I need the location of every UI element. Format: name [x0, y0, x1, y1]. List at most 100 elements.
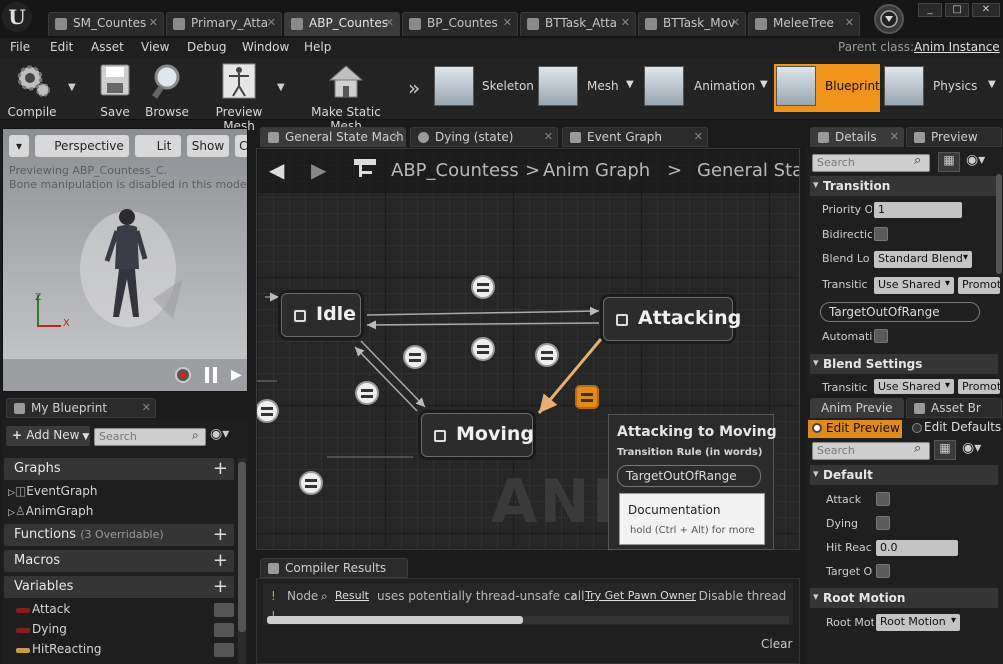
add-graph-button[interactable]: +	[213, 458, 228, 479]
graphs-category[interactable]: Graphs +	[4, 458, 234, 480]
menu-debug[interactable]: Debug	[187, 40, 226, 54]
variable-item-dying[interactable]: Dying	[8, 622, 236, 637]
target-checkbox[interactable]	[876, 564, 890, 578]
preview-mesh-button[interactable]: Preview Mesh	[198, 62, 280, 133]
warning-link-result[interactable]: Result	[335, 589, 369, 602]
macros-category[interactable]: Macros +	[4, 550, 234, 572]
variables-category[interactable]: Variables +	[4, 576, 234, 598]
tab-dying-state[interactable]: Dying (state) ✕	[410, 127, 558, 147]
visibility-eye-icon[interactable]	[214, 623, 234, 637]
save-button[interactable]: Save	[94, 62, 136, 119]
details-search-input[interactable]: Search	[812, 154, 930, 172]
tab-general-state-machine[interactable]: General State Mach ✕	[260, 127, 406, 147]
close-icon[interactable]: ✕	[890, 130, 899, 143]
transition-offscreen[interactable]	[257, 399, 279, 423]
variable-item-attack[interactable]: Attack	[8, 602, 236, 617]
close-icon[interactable]: ✕	[267, 16, 276, 29]
transition-attacking-idle[interactable]	[471, 337, 495, 361]
menu-help[interactable]: Help	[304, 40, 331, 54]
add-variable-button[interactable]: +	[213, 576, 228, 597]
tab-event-graph[interactable]: Event Graph ✕	[562, 127, 708, 147]
mode-blueprint[interactable]: Blueprint	[774, 64, 880, 112]
physics-dropdown-arrow[interactable]: ▼	[988, 79, 996, 90]
doc-tab-primary-attack[interactable]: Primary_Atta ✕	[166, 12, 282, 36]
blend-settings-section-header[interactable]: Blend Settings	[810, 354, 998, 374]
close-icon[interactable]: ✕	[142, 401, 151, 414]
edit-defaults-button[interactable]: Edit Defaults	[910, 420, 1001, 434]
bs-use-shared-dropdown[interactable]: Use Shared	[874, 379, 954, 394]
eye-icon[interactable]: ◉▾	[210, 426, 229, 442]
add-function-button[interactable]: +	[213, 524, 228, 545]
eye-icon[interactable]: ◉▾	[962, 440, 981, 456]
doc-tab-bp-countess[interactable]: BP_Countes ✕	[402, 12, 518, 36]
compile-button[interactable]: Compile	[4, 62, 60, 119]
transition-moving-idle[interactable]	[355, 381, 379, 405]
transition-section-header[interactable]: Transition	[810, 176, 998, 196]
animation-dropdown-arrow[interactable]: ▼	[760, 79, 768, 90]
menu-edit[interactable]: Edit	[50, 40, 73, 54]
preview-viewport[interactable]: ▾ Perspective Lit Show Cl Previewing ABP…	[2, 128, 248, 392]
mode-mesh[interactable]: Mesh ▼	[538, 64, 638, 112]
promote-button[interactable]: Promot	[958, 277, 1000, 294]
menu-asset[interactable]: Asset	[91, 40, 124, 54]
hit-reacting-input[interactable]: 0.0	[876, 540, 958, 556]
automatic-checkbox[interactable]	[874, 329, 888, 343]
close-icon[interactable]: ✕	[149, 16, 158, 29]
edit-preview-button[interactable]: Edit Preview	[808, 420, 902, 438]
parent-class-link[interactable]: Anim Instance	[914, 40, 1000, 54]
menu-view[interactable]: View	[141, 40, 169, 54]
close-icon[interactable]: ✕	[845, 16, 854, 29]
root-motion-section-header[interactable]: Root Motion	[810, 588, 998, 608]
camera-button[interactable]: Cl	[235, 135, 247, 157]
details-scrollbar[interactable]	[996, 174, 1002, 274]
close-icon[interactable]: ✕	[385, 16, 394, 29]
mode-skeleton[interactable]: Skeleton	[434, 64, 534, 112]
pause-button[interactable]	[205, 367, 217, 383]
graph-item-eventgraph[interactable]: ▷◫EventGraph	[8, 484, 97, 498]
doc-tab-bttask-move[interactable]: BTTask_Mov ✕	[638, 12, 746, 36]
state-node-attacking[interactable]: Attacking	[603, 297, 741, 341]
bs-promote-button[interactable]: Promot	[958, 379, 1000, 394]
compile-options-arrow[interactable]: ▼	[68, 82, 76, 93]
doc-tab-melee-tree[interactable]: MeleeTree ✕	[748, 12, 860, 36]
mesh-dropdown-arrow[interactable]: ▼	[626, 79, 634, 90]
preview-mesh-arrow[interactable]: ▼	[277, 82, 285, 93]
warning-link-pawn-owner[interactable]: Try Get Pawn Owner	[585, 589, 696, 602]
add-new-button[interactable]: + Add New ▼	[6, 426, 90, 446]
close-icon[interactable]: ✕	[544, 130, 553, 143]
horizontal-scrollbar[interactable]	[267, 616, 789, 624]
doc-tab-sm-countess[interactable]: SM_Countes ✕	[48, 12, 164, 36]
clear-button[interactable]: Clear	[761, 637, 792, 651]
add-macro-button[interactable]: +	[213, 550, 228, 571]
make-static-mesh-button[interactable]: Make Static Mesh	[296, 62, 396, 133]
unreal-logo-icon[interactable]: U	[2, 2, 32, 32]
my-blueprint-scrollbar[interactable]	[238, 458, 246, 664]
anim-preview-search-input[interactable]: Search	[812, 442, 930, 460]
bidirectional-checkbox[interactable]	[874, 227, 888, 241]
attack-checkbox[interactable]	[876, 492, 890, 506]
show-button[interactable]: Show	[187, 135, 229, 157]
viewport-options-button[interactable]: ▾	[9, 135, 29, 157]
mode-physics[interactable]: Physics ▼	[884, 64, 1000, 112]
record-button[interactable]	[175, 367, 191, 383]
maximize-button[interactable]: □	[945, 3, 969, 17]
tab-preview[interactable]: Preview	[906, 127, 1002, 147]
menu-window[interactable]: Window	[242, 40, 289, 54]
transition-moving-attacking[interactable]	[535, 343, 559, 367]
dying-checkbox[interactable]	[876, 516, 890, 530]
close-icon[interactable]: ✕	[392, 130, 401, 143]
chevron-right-icon[interactable]: »	[408, 76, 420, 100]
close-window-button[interactable]: ✕	[972, 3, 1000, 17]
blend-logic-dropdown[interactable]: Standard Blend	[874, 251, 972, 268]
mode-animation[interactable]: Animation ▼	[644, 64, 772, 112]
tab-asset-browser[interactable]: Asset Br	[906, 398, 1002, 418]
visibility-eye-icon[interactable]	[214, 603, 234, 617]
state-node-idle[interactable]: Idle	[281, 293, 361, 337]
graph-item-animgraph[interactable]: ▷♙AnimGraph	[8, 504, 93, 518]
tab-details[interactable]: Details ✕	[810, 127, 904, 147]
property-matrix-icon[interactable]: ▦	[938, 152, 960, 172]
close-icon[interactable]: ✕	[694, 130, 703, 143]
menu-file[interactable]: File	[10, 40, 30, 54]
eye-icon[interactable]: ◉▾	[966, 152, 985, 168]
transition-idle-attacking[interactable]	[471, 275, 495, 299]
